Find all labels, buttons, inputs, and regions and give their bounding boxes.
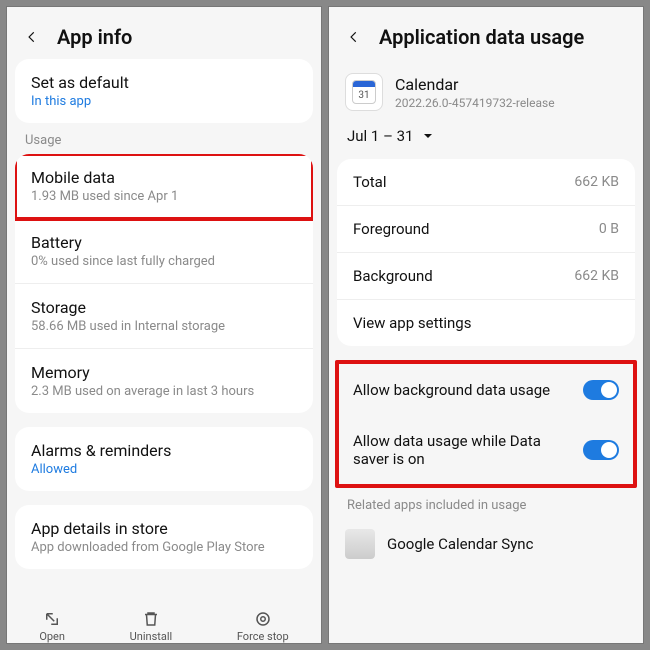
alarms-title: Alarms & reminders xyxy=(31,441,297,460)
set-default-title: Set as default xyxy=(31,73,297,92)
related-section-label: Related apps included in usage xyxy=(329,488,643,519)
usage-card: Mobile data 1.93 MB used since Apr 1 Bat… xyxy=(15,154,313,413)
mobile-data-sub: 1.93 MB used since Apr 1 xyxy=(31,189,297,204)
memory-sub: 2.3 MB used on average in last 3 hours xyxy=(31,384,297,399)
battery-title: Battery xyxy=(31,233,297,252)
related-app-row[interactable]: Google Calendar Sync xyxy=(329,519,643,569)
allow-datasaver-label: Allow data usage while Data saver is on xyxy=(353,432,553,468)
related-app-name: Google Calendar Sync xyxy=(387,535,533,553)
battery-sub: 0% used since last fully charged xyxy=(31,254,297,269)
storage-item[interactable]: Storage 58.66 MB used in Internal storag… xyxy=(15,284,313,349)
app-details-card[interactable]: App details in store App downloaded from… xyxy=(15,505,313,569)
memory-item[interactable]: Memory 2.3 MB used on average in last 3 … xyxy=(15,349,313,413)
alarms-card[interactable]: Alarms & reminders Allowed xyxy=(15,427,313,491)
foreground-label: Foreground xyxy=(353,220,430,238)
uninstall-label: Uninstall xyxy=(130,630,173,643)
open-button[interactable]: Open xyxy=(39,610,65,643)
back-button[interactable] xyxy=(21,26,43,48)
app-details-sub: App downloaded from Google Play Store xyxy=(31,540,297,555)
chevron-left-icon xyxy=(347,30,361,44)
view-app-settings-label: View app settings xyxy=(353,314,471,332)
total-row: Total 662 KB xyxy=(337,159,635,206)
foreground-value: 0 B xyxy=(599,221,619,237)
bottom-dock: Open Uninstall Force stop xyxy=(7,602,321,643)
set-default-sub: In this app xyxy=(31,94,297,109)
app-version: 2022.26.0-457419732-release xyxy=(395,96,555,110)
allow-background-toggle-row: Allow background data usage xyxy=(339,364,633,416)
set-default-card[interactable]: Set as default In this app xyxy=(15,59,313,123)
date-range-selector[interactable]: Jul 1 – 31 xyxy=(329,121,643,159)
force-stop-icon xyxy=(254,610,272,628)
header: App info xyxy=(7,7,321,59)
calendar-app-icon: 31 xyxy=(345,73,383,111)
open-label: Open xyxy=(39,630,65,643)
mobile-data-item[interactable]: Mobile data 1.93 MB used since Apr 1 xyxy=(15,154,313,219)
usage-stats-card: Total 662 KB Foreground 0 B Background 6… xyxy=(337,159,635,346)
background-value: 662 KB xyxy=(574,268,619,284)
background-row: Background 662 KB xyxy=(337,253,635,300)
background-label: Background xyxy=(353,267,433,285)
allow-datasaver-toggle[interactable] xyxy=(583,440,619,460)
header: Application data usage xyxy=(329,7,643,59)
data-usage-screen: Application data usage 31 Calendar 2022.… xyxy=(328,6,644,644)
usage-section-label: Usage xyxy=(7,123,321,154)
force-stop-button[interactable]: Force stop xyxy=(237,610,289,643)
battery-item[interactable]: Battery 0% used since last fully charged xyxy=(15,219,313,284)
trash-icon xyxy=(142,610,160,628)
total-value: 662 KB xyxy=(574,174,619,190)
memory-title: Memory xyxy=(31,363,297,382)
page-title: App info xyxy=(57,25,132,49)
total-label: Total xyxy=(353,173,387,191)
app-details-title: App details in store xyxy=(31,519,297,538)
storage-sub: 58.66 MB used in Internal storage xyxy=(31,319,297,334)
page-title: Application data usage xyxy=(379,25,584,49)
uninstall-button[interactable]: Uninstall xyxy=(130,610,173,643)
sync-app-icon xyxy=(345,529,375,559)
force-stop-label: Force stop xyxy=(237,630,289,643)
app-info-screen: App info Set as default In this app Usag… xyxy=(6,6,322,644)
app-name: Calendar xyxy=(395,75,555,94)
allow-datasaver-toggle-row: Allow data usage while Data saver is on xyxy=(339,416,633,484)
foreground-row: Foreground 0 B xyxy=(337,206,635,253)
allow-background-toggle[interactable] xyxy=(583,380,619,400)
app-header: 31 Calendar 2022.26.0-457419732-release xyxy=(329,59,643,121)
caret-down-icon xyxy=(422,130,434,142)
chevron-left-icon xyxy=(25,30,39,44)
mobile-data-title: Mobile data xyxy=(31,168,297,187)
view-app-settings[interactable]: View app settings xyxy=(337,300,635,346)
toggle-highlight: Allow background data usage Allow data u… xyxy=(335,360,637,488)
allow-background-label: Allow background data usage xyxy=(353,381,550,399)
back-button[interactable] xyxy=(343,26,365,48)
open-icon xyxy=(43,610,61,628)
date-range-label: Jul 1 – 31 xyxy=(347,127,414,145)
storage-title: Storage xyxy=(31,298,297,317)
alarms-sub: Allowed xyxy=(31,462,297,477)
